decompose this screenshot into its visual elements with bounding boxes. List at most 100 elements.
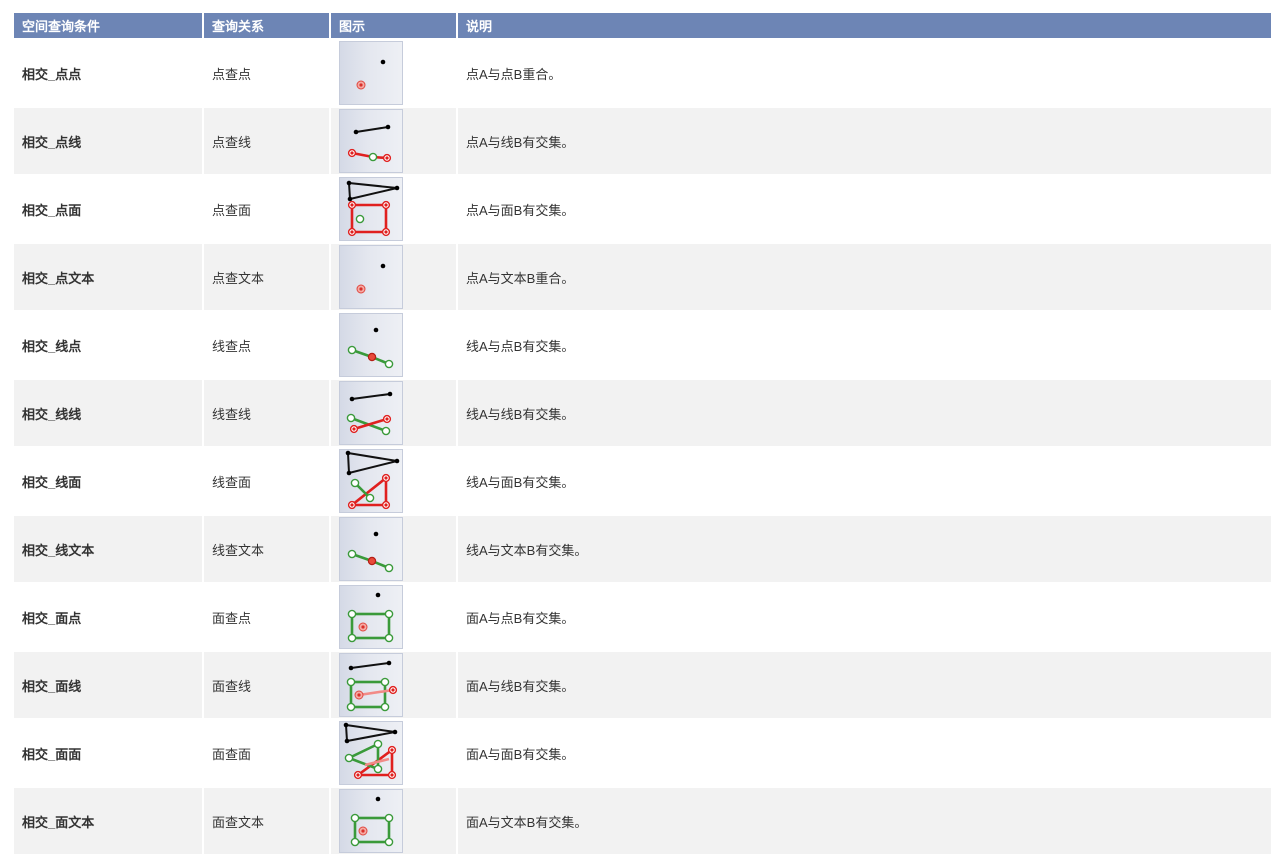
relation-cell: 面查线 [204, 652, 329, 718]
polygon-point-intersect-icon [339, 585, 403, 649]
description-text: 面A与点B有交集。 [466, 610, 575, 626]
description-cell: 面A与文本B有交集。 [458, 788, 1271, 854]
description-cell: 点A与面B有交集。 [458, 176, 1271, 242]
relation-cell: 线查文本 [204, 516, 329, 582]
condition-cell: 相交_线面 [14, 448, 202, 514]
description-text: 点A与点B重合。 [466, 66, 562, 82]
relation-cell: 点查面 [204, 176, 329, 242]
description-text: 点A与线B有交集。 [466, 134, 575, 150]
relation-cell: 线查线 [204, 380, 329, 446]
condition-label: 相交_面文本 [22, 814, 95, 830]
description-text: 线A与面B有交集。 [466, 474, 575, 490]
description-cell: 线A与面B有交集。 [458, 448, 1271, 514]
table-row: 相交_线点 线查点 线A与点B有交集。 [14, 312, 1271, 378]
diagram-cell [331, 312, 456, 378]
condition-label: 相交_线文本 [22, 542, 95, 558]
description-cell: 面A与点B有交集。 [458, 584, 1271, 650]
line-point-intersect-icon [339, 313, 403, 377]
table-row: 相交_线文本 线查文本 线A与文本B有交集。 [14, 516, 1271, 582]
description-text: 面A与面B有交集。 [466, 746, 575, 762]
header-condition: 空间查询条件 [14, 13, 202, 38]
condition-cell: 相交_面文本 [14, 788, 202, 854]
description-text: 线A与文本B有交集。 [466, 542, 588, 558]
polygon-line-intersect-icon [339, 653, 403, 717]
condition-label: 相交_面面 [22, 746, 82, 762]
header-relation: 查询关系 [204, 13, 329, 38]
diagram-cell [331, 584, 456, 650]
relation-label: 面查线 [212, 678, 252, 694]
table-row: 相交_点线 点查线 点A与线B有交集。 [14, 108, 1271, 174]
description-text: 面A与线B有交集。 [466, 678, 575, 694]
relation-cell: 点查文本 [204, 244, 329, 310]
condition-label: 相交_线线 [22, 406, 82, 422]
diagram-cell [331, 40, 456, 106]
line-line-intersect-icon [339, 381, 403, 445]
condition-label: 相交_点线 [22, 134, 82, 150]
relation-label: 面查文本 [212, 814, 265, 830]
description-text: 点A与面B有交集。 [466, 202, 575, 218]
diagram-cell [331, 244, 456, 310]
relation-cell: 线查面 [204, 448, 329, 514]
relation-cell: 面查点 [204, 584, 329, 650]
description-cell: 线A与文本B有交集。 [458, 516, 1271, 582]
condition-label: 相交_面线 [22, 678, 82, 694]
diagram-cell [331, 176, 456, 242]
header-relation-label: 查询关系 [212, 19, 265, 34]
header-description-label: 说明 [466, 19, 493, 34]
table-row: 相交_点文本 点查文本 点A与文本B重合。 [14, 244, 1271, 310]
header-diagram: 图示 [331, 13, 456, 38]
description-cell: 点A与文本B重合。 [458, 244, 1271, 310]
condition-cell: 相交_点面 [14, 176, 202, 242]
diagram-cell [331, 652, 456, 718]
relation-label: 面查点 [212, 610, 252, 626]
diagram-cell [331, 108, 456, 174]
condition-cell: 相交_线文本 [14, 516, 202, 582]
description-cell: 面A与面B有交集。 [458, 720, 1271, 786]
relation-cell: 面查面 [204, 720, 329, 786]
table-row: 相交_线面 线查面 线A与面B有交集。 [14, 448, 1271, 514]
relation-cell: 点查点 [204, 40, 329, 106]
point-polygon-intersect-icon [339, 177, 403, 241]
header-description: 说明 [458, 13, 1271, 38]
point-point-intersect-icon [339, 41, 403, 105]
description-text: 面A与文本B有交集。 [466, 814, 588, 830]
condition-cell: 相交_点文本 [14, 244, 202, 310]
table-row: 相交_面文本 面查文本 面A与文本B有交集。 [14, 788, 1271, 854]
point-line-intersect-icon [339, 109, 403, 173]
relation-label: 点查面 [212, 202, 252, 218]
relation-cell: 面查文本 [204, 788, 329, 854]
description-text: 点A与文本B重合。 [466, 270, 575, 286]
table-row: 相交_面点 面查点 面A与点B有交集。 [14, 584, 1271, 650]
header-diagram-label: 图示 [339, 19, 366, 34]
condition-cell: 相交_面点 [14, 584, 202, 650]
line-polygon-intersect-icon [339, 449, 403, 513]
relation-label: 面查面 [212, 746, 252, 762]
relation-label: 线查线 [212, 406, 252, 422]
relation-label: 线查面 [212, 474, 252, 490]
polygon-text-intersect-icon [339, 789, 403, 853]
condition-label: 相交_线点 [22, 338, 82, 354]
condition-cell: 相交_点线 [14, 108, 202, 174]
line-text-intersect-icon [339, 517, 403, 581]
description-cell: 线A与点B有交集。 [458, 312, 1271, 378]
description-text: 线A与线B有交集。 [466, 406, 575, 422]
diagram-cell [331, 380, 456, 446]
diagram-cell [331, 788, 456, 854]
description-cell: 线A与线B有交集。 [458, 380, 1271, 446]
condition-label: 相交_点文本 [22, 270, 95, 286]
relation-cell: 点查线 [204, 108, 329, 174]
description-cell: 点A与点B重合。 [458, 40, 1271, 106]
diagram-cell [331, 516, 456, 582]
spatial-query-table: 空间查询条件 查询关系 图示 说明 相交_点点 点查点 点A与点B重合。 相交_… [14, 13, 1271, 856]
condition-label: 相交_点面 [22, 202, 82, 218]
table-row: 相交_面线 面查线 面A与线B有交集。 [14, 652, 1271, 718]
diagram-cell [331, 720, 456, 786]
relation-label: 线查文本 [212, 542, 265, 558]
table-row: 相交_线线 线查线 线A与线B有交集。 [14, 380, 1271, 446]
condition-cell: 相交_面线 [14, 652, 202, 718]
header-condition-label: 空间查询条件 [22, 19, 101, 34]
description-text: 线A与点B有交集。 [466, 338, 575, 354]
relation-label: 线查点 [212, 338, 252, 354]
table-row: 相交_点面 点查面 点A与面B有交集。 [14, 176, 1271, 242]
relation-cell: 线查点 [204, 312, 329, 378]
